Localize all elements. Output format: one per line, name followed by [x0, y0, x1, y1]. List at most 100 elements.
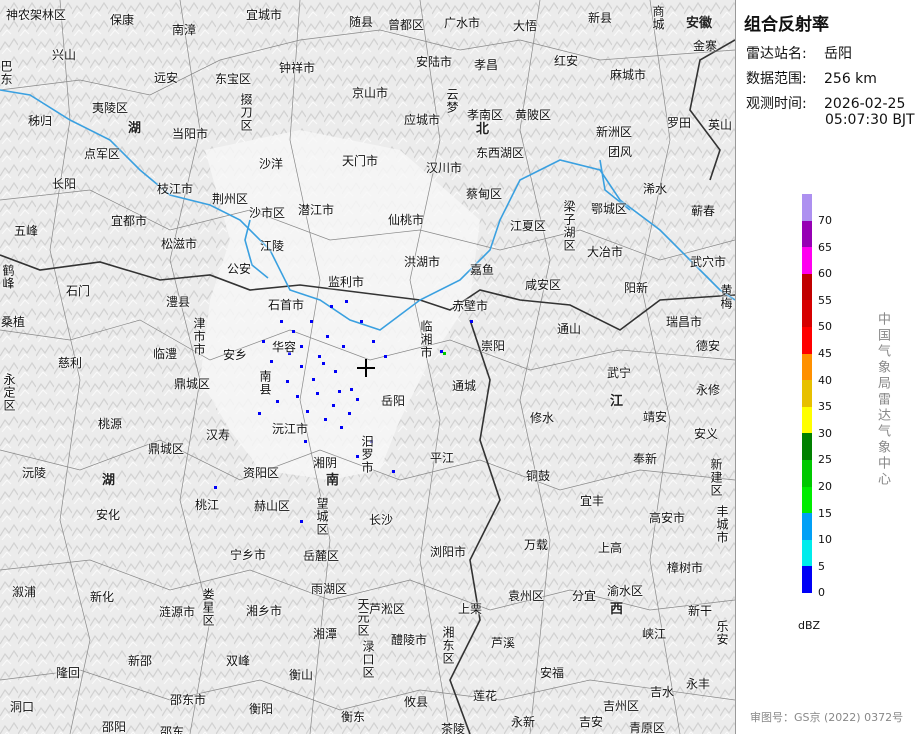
place-label: 新邵	[128, 654, 153, 668]
place-label: 荆州区	[212, 192, 249, 206]
province-label: 北	[476, 122, 490, 137]
place-label: 五峰	[14, 224, 39, 238]
station-row: 雷达站名: 岳阳	[746, 43, 852, 63]
place-label: 团风	[608, 145, 633, 159]
place-label: 沙洋	[259, 157, 284, 171]
place-label: 嘉鱼	[470, 263, 495, 277]
place-label: 澧县	[166, 295, 191, 309]
place-label: 邵东	[160, 725, 185, 734]
place-label: 监利市	[328, 275, 365, 289]
place-label: 夷陵区	[92, 101, 129, 115]
legend-value-label: 55	[818, 293, 832, 307]
place-label: 新干	[688, 604, 713, 618]
info-panel: 组合反射率 雷达站名: 岳阳 数据范围: 256 km 观测时间: 2026-02-2…	[736, 0, 924, 734]
legend-value-label: 60	[818, 267, 832, 281]
place-label: 衡阳	[249, 702, 274, 716]
place-label: 神农架林区	[6, 8, 67, 22]
place-label: 吉州区	[603, 699, 640, 713]
place-label: 应城市	[404, 113, 441, 127]
legend-value-label: 70	[818, 214, 832, 227]
place-label: 双峰	[226, 654, 251, 668]
place-label: 黄陂区	[515, 108, 552, 122]
legend-swatch	[802, 486, 812, 514]
place-label: 吉水	[650, 685, 675, 699]
province-label: 江	[610, 394, 624, 409]
place-label: 咸安区	[525, 278, 562, 292]
legend-swatch	[802, 326, 812, 354]
legend-swatch	[802, 380, 812, 407]
place-label: 兴山	[52, 48, 77, 62]
place-label: 雨湖区	[311, 582, 348, 596]
place-label: 洞口	[10, 700, 35, 714]
place-label: 江陵	[260, 239, 285, 253]
place-label: 新洲区	[596, 125, 633, 139]
place-label: 永修	[696, 383, 721, 397]
place-label: 湘潭	[313, 627, 338, 641]
place-label: 鼎城区	[148, 442, 185, 456]
place-label: 枝江市	[157, 182, 194, 196]
place-label-vertical: 娄星区	[201, 588, 215, 627]
legend-swatch	[802, 566, 812, 593]
legend-swatch	[802, 459, 812, 487]
legend-swatch	[802, 220, 812, 248]
station-label: 雷达站名:	[746, 46, 807, 62]
place-label: 平江	[430, 451, 455, 465]
place-label: 松滋市	[161, 237, 198, 251]
place-label: 上栗	[458, 602, 483, 616]
range-value: 256 km	[824, 71, 877, 87]
place-label-vertical: 津市市	[192, 317, 206, 356]
place-label: 宜城市	[246, 8, 283, 22]
place-label: 英山	[708, 118, 733, 132]
place-label: 麻城市	[610, 68, 647, 82]
place-label: 金寨	[693, 39, 718, 53]
place-label: 德安	[696, 339, 721, 353]
place-label-vertical: 商城	[651, 5, 665, 31]
place-label: 蔡甸区	[466, 187, 503, 201]
place-label: 点军区	[84, 147, 121, 161]
place-label: 永丰	[686, 677, 711, 691]
place-label-vertical: 新建区	[709, 458, 723, 497]
place-label: 广水市	[444, 16, 481, 30]
radar-map[interactable]: 神农架林区 保康 南漳 宜城市 随县 曾都区 广水市 大悟 新县 兴山 远安 东宝区 钟祥市 安陆市 孝昌 红…	[0, 0, 736, 734]
place-label: 修水	[530, 411, 555, 425]
place-label: 崇阳	[481, 339, 506, 353]
place-label: 瑞昌市	[666, 315, 703, 329]
place-label: 武穴市	[690, 255, 727, 269]
range-row: 数据范围: 256 km	[746, 68, 877, 88]
legend-swatch	[802, 300, 812, 327]
legend-swatch	[802, 513, 812, 540]
place-label-vertical: 天元区	[356, 598, 370, 637]
legend-swatch	[802, 247, 812, 274]
place-label: 随县	[349, 15, 374, 29]
legend-value-label: 0	[818, 586, 825, 600]
place-label: 莲花	[473, 689, 498, 703]
place-label: 京山市	[352, 86, 389, 100]
place-label-vertical: 掇刀区	[239, 93, 253, 132]
place-label: 红安	[554, 54, 579, 68]
place-label: 南漳	[172, 23, 197, 37]
place-label: 慈利	[58, 356, 83, 370]
legend-value-label: 40	[818, 373, 832, 387]
place-label-vertical: 汨罗市	[360, 435, 374, 474]
place-label: 醴陵市	[391, 633, 428, 647]
place-label: 樟树市	[667, 561, 704, 575]
place-label: 东西湖区	[476, 146, 525, 160]
place-label: 袁州区	[508, 589, 545, 603]
place-label: 石门	[66, 284, 91, 298]
place-label: 保康	[110, 13, 135, 27]
place-label-vertical: 临湘市	[419, 320, 433, 359]
place-label: 临澧	[153, 347, 178, 361]
place-label: 蕲春	[691, 204, 716, 218]
place-label: 攸县	[404, 695, 429, 709]
place-label: 潜江市	[298, 203, 335, 217]
place-label: 安化	[96, 508, 121, 522]
place-label: 安义	[694, 427, 719, 441]
place-label-vertical: 乐安	[715, 620, 729, 646]
place-label: 隆回	[56, 666, 81, 680]
legend-value-label: 30	[818, 426, 832, 440]
place-label-vertical: 黄梅	[719, 284, 733, 310]
legend-swatch	[802, 273, 812, 301]
time-clock: 05:07:30 BJT	[825, 112, 915, 128]
place-label: 仙桃市	[388, 213, 425, 227]
place-label-vertical: 云梦	[445, 88, 459, 114]
